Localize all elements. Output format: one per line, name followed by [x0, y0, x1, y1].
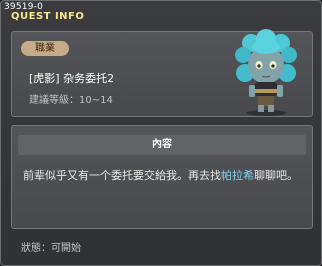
status-value: 可開始: [51, 243, 81, 254]
window-title: QUEST INFO: [11, 11, 85, 22]
description-text-end: 聊聊吧。: [254, 169, 298, 182]
quest-description: 前辈似乎又有一个委托要交給我。再去找帕拉希聊聊吧。: [23, 166, 303, 186]
level-range: 10~14: [79, 95, 113, 106]
job-badge: 職業: [21, 41, 69, 56]
quest-content-card: 內容 前辈似乎又有一个委托要交給我。再去找帕拉希聊聊吧。: [11, 125, 313, 229]
level-label: 建議等級: [29, 95, 69, 106]
recommended-level: 建議等級：10~14: [29, 95, 113, 106]
quest-name: [虎影] 杂务委托2: [29, 72, 115, 85]
content-header: 內容: [18, 135, 306, 155]
npc-avatar: [235, 29, 297, 116]
quest-info-window: 39519-0 QUEST INFO 職業 [虎影] 杂务委托2 建議等級：10…: [0, 0, 322, 266]
npc-name-link[interactable]: 帕拉希: [221, 169, 254, 182]
status-label: 狀態: [21, 243, 41, 254]
description-text: 前辈似乎又有一个委托要交給我。再去找: [23, 169, 221, 182]
quest-status: 狀態：可開始: [21, 243, 81, 254]
